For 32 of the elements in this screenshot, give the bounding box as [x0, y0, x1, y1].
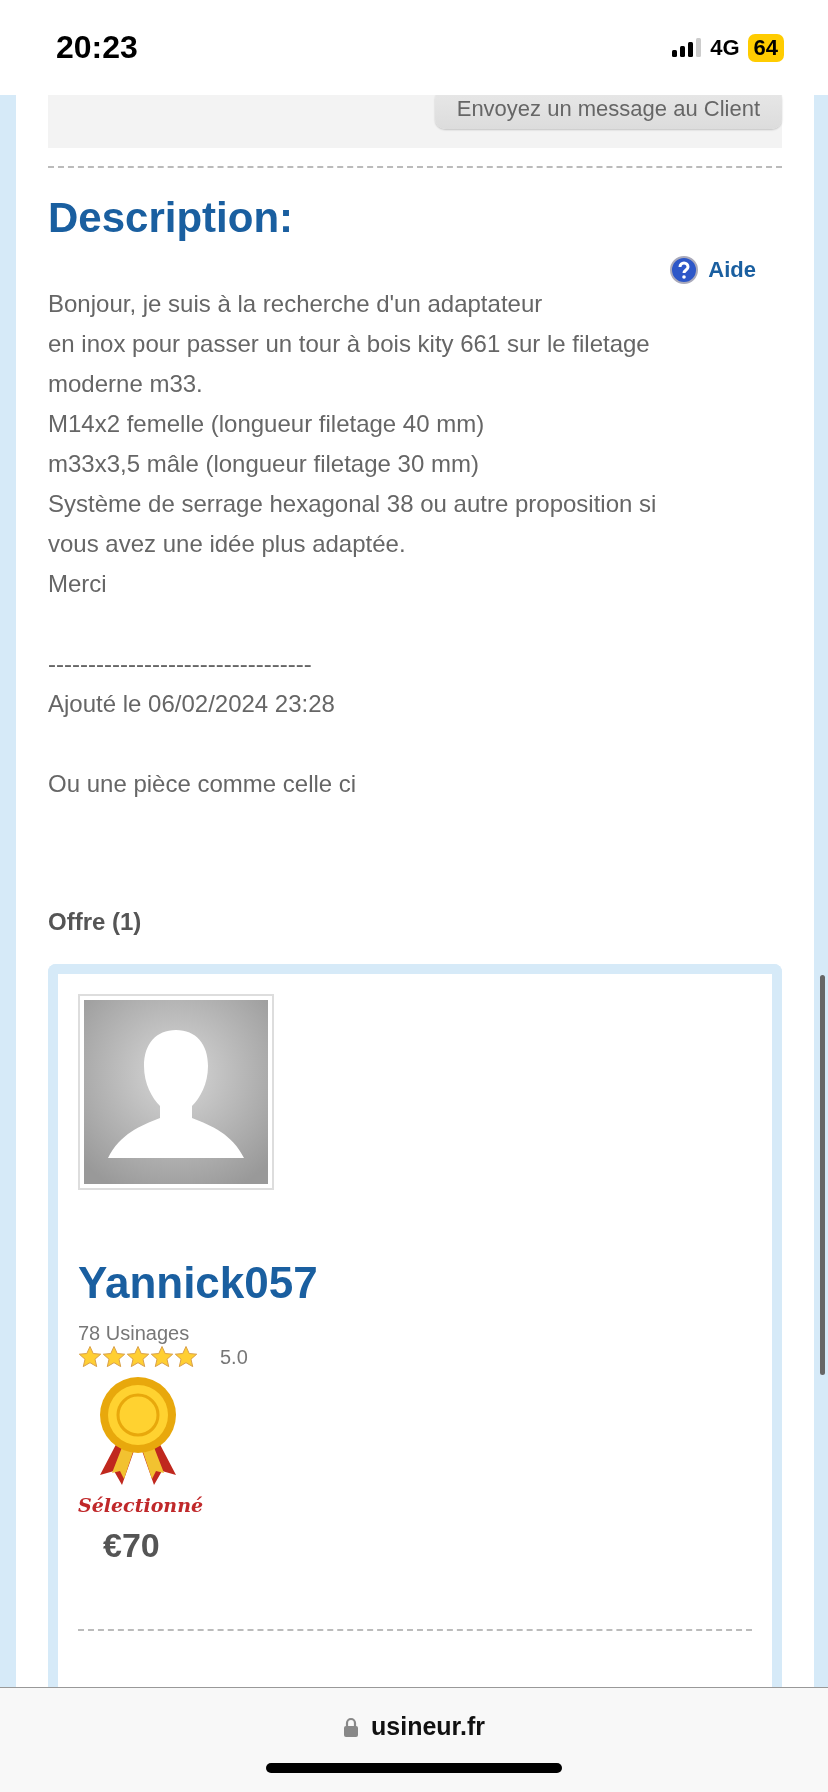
url-text[interactable]: usineur.fr — [371, 1712, 485, 1741]
description-line: vous avez une idée plus adaptée. — [48, 529, 407, 559]
section-title: Description: — [48, 194, 295, 242]
description-line: moderne m33. — [48, 369, 204, 399]
offerer-name[interactable]: Yannick057 — [78, 1258, 752, 1308]
description-line: Système de serrage hexagonal 38 ou autre proposition si — [48, 489, 658, 519]
network-type: 4G — [710, 34, 740, 61]
offers-title: Offre (1) — [48, 908, 143, 936]
separator-text: --------------------------------- — [48, 649, 313, 679]
help-icon — [670, 256, 699, 284]
star-icon — [78, 1345, 102, 1369]
help-link[interactable]: Aide — [670, 256, 756, 284]
description-line: Merci — [48, 569, 108, 599]
clock-time: 20:23 — [56, 29, 138, 66]
description-line: en inox pour passer un tour à bois kity 661 sur le filetage — [48, 329, 651, 359]
jobs-count: 78 Usinages — [78, 1322, 191, 1345]
signal-icon — [672, 37, 703, 58]
added-date: Ajouté le 06/02/2024 23:28 — [48, 689, 336, 719]
battery-level: 64 — [747, 33, 784, 62]
star-icon — [126, 1345, 150, 1369]
offer-price: €70 — [103, 1525, 161, 1565]
description-addendum: Ou une pièce comme celle ci — [48, 769, 358, 799]
message-client-button[interactable]: Envoyez un message au Client — [434, 95, 782, 129]
description-line: Bonjour, je suis à la recherche d'un adaptateur — [48, 289, 544, 319]
star-icon — [102, 1345, 126, 1369]
star-icon — [174, 1345, 198, 1369]
selected-label: Sélectionné — [78, 1493, 204, 1518]
description-line: m33x3,5 mâle (longueur filetage 30 mm) — [48, 449, 480, 479]
rating-value: 5.0 — [220, 1345, 248, 1369]
star-icon — [150, 1345, 174, 1369]
description-line: M14x2 femelle (longueur filetage 40 mm) — [48, 409, 486, 439]
lock-icon — [343, 1716, 360, 1737]
